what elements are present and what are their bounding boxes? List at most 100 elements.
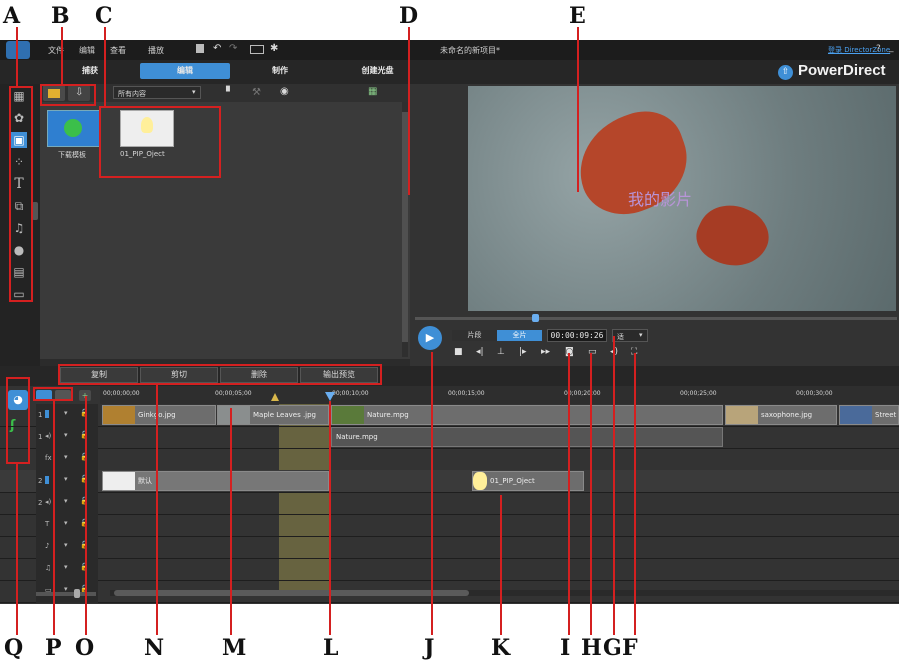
timeline-clip[interactable]: Street (839, 405, 899, 425)
callout-line-g (613, 336, 615, 635)
timeline-clip[interactable]: 默认 (102, 471, 329, 491)
enable-track-checkbox[interactable]: ▾ (64, 541, 68, 549)
new-file-icon[interactable]: ▘ (226, 87, 234, 98)
lightbulb-icon (473, 472, 487, 490)
mark-in-marker[interactable] (271, 393, 279, 401)
video-track-icon (45, 476, 49, 484)
quality-dropdown[interactable]: 适 ▾ (612, 329, 648, 342)
quality-value: 适 (617, 333, 624, 341)
upgrade-icon[interactable]: ⇧ (778, 65, 793, 80)
menu-edit[interactable]: 编辑 (79, 45, 95, 56)
timeline-scroll-thumb[interactable] (114, 590, 469, 596)
enable-track-checkbox[interactable]: ▾ (64, 519, 68, 527)
track-music (0, 558, 899, 581)
callout-j: J (424, 635, 435, 661)
chevron-down-icon: ▾ (192, 88, 196, 96)
timeline-clip[interactable]: saxophone.jpg (725, 405, 837, 425)
tab-edit[interactable]: 编辑 (140, 63, 230, 79)
stop-icon[interactable]: ■ (454, 346, 463, 358)
menu-play[interactable]: 播放 (148, 45, 164, 56)
timeline-ruler[interactable]: 00;00;00;00 00;00;05;00 00;00;10;00 00;0… (100, 386, 899, 404)
callout-line-l (329, 401, 331, 635)
audio-clip[interactable]: Nature.mpg (331, 427, 723, 447)
callout-h: H (581, 635, 602, 661)
redo-icon[interactable]: ↷ (229, 43, 237, 54)
save-icon[interactable] (196, 44, 204, 53)
callout-o: O (75, 635, 95, 661)
callout-line-h (590, 353, 592, 635)
gear-icon[interactable]: ✱ (270, 43, 278, 54)
callout-line-i (568, 353, 570, 635)
clip-thumbnail (332, 406, 364, 424)
next-frame-icon[interactable]: |▸ (519, 346, 527, 358)
enable-track-checkbox[interactable]: ▾ (64, 453, 68, 461)
library-item-template[interactable] (47, 110, 101, 147)
timeline-clip[interactable]: Maple Leaves .jpg (217, 405, 329, 425)
zoom-slider[interactable] (36, 592, 96, 596)
callout-k: K (491, 635, 511, 661)
playhead-handle[interactable] (325, 392, 335, 401)
play-button[interactable]: ▶ (418, 326, 442, 350)
track-voice (0, 536, 899, 559)
track-audio-2 (0, 492, 899, 515)
callout-g: G (603, 635, 622, 661)
clip-mode-button[interactable]: 片段 (452, 330, 497, 341)
callout-box-c (99, 106, 221, 178)
callout-line-m (230, 408, 232, 635)
help-button[interactable]: ? (876, 44, 881, 54)
timeline-clip[interactable]: Nature.mpg (331, 405, 723, 425)
timeline-clip[interactable]: Ginkgo.jpg (102, 405, 216, 425)
timecode-display[interactable]: 00:00:09:26 (547, 329, 607, 342)
track-fx (0, 448, 899, 471)
callout-e: E (569, 3, 586, 29)
enable-track-checkbox[interactable]: ▾ (64, 475, 68, 483)
callout-line-d (408, 27, 410, 195)
zoom-slider-handle[interactable] (74, 589, 80, 598)
mark-in-icon[interactable]: ⊥ (497, 346, 505, 358)
fast-forward-icon[interactable]: ▸▸ (541, 346, 550, 358)
timeline-scrollbar[interactable] (110, 590, 899, 596)
tools-icon[interactable]: ⚒ (252, 87, 261, 98)
callout-d: D (399, 3, 419, 29)
explore-icon[interactable]: ◉ (280, 86, 289, 97)
callout-box-q (6, 377, 30, 464)
callout-line-n (156, 385, 158, 635)
previous-frame-icon[interactable]: ◂| (476, 346, 484, 358)
clip-thumbnail (840, 406, 872, 424)
movie-mode-button[interactable]: 全片 (497, 330, 542, 341)
tab-create-disc[interactable]: 创建光盘 (340, 63, 415, 79)
ruler-tick-label: 00;00;05;00 (215, 390, 252, 397)
video-track-icon (45, 410, 49, 418)
preview-window: 我的影片 (468, 86, 896, 311)
callout-box-p (33, 387, 73, 401)
display-icon[interactable] (250, 45, 264, 54)
callout-line-j (431, 352, 433, 635)
track-number: 1 (38, 433, 43, 441)
enable-track-checkbox[interactable]: ▾ (64, 563, 68, 571)
enable-track-checkbox[interactable]: ▾ (64, 497, 68, 505)
minimize-button[interactable]: _ (889, 43, 894, 53)
track-number: 1 (38, 411, 43, 419)
view-grid-icon[interactable]: ▦ (368, 86, 377, 97)
enable-track-checkbox[interactable]: ▾ (64, 431, 68, 439)
enable-track-checkbox[interactable]: ▾ (64, 409, 68, 417)
callout-a: A (3, 3, 21, 29)
globe-icon (64, 119, 82, 137)
undo-icon[interactable]: ↶ (213, 43, 221, 54)
clip-label: 默认 (138, 477, 152, 485)
tab-produce[interactable]: 制作 (245, 63, 315, 79)
ruler-tick-label: 00;00;15;00 (448, 390, 485, 397)
seek-bar[interactable] (415, 317, 897, 320)
callout-line-e (577, 27, 579, 192)
tab-capture[interactable]: 捕获 (55, 63, 125, 79)
callout-line-o (85, 396, 87, 635)
clip-label: saxophone.jpg (761, 411, 813, 419)
menu-view[interactable]: 查看 (110, 45, 126, 56)
library-filter-dropdown[interactable]: 所有内容 ▾ (113, 86, 201, 99)
audio-track-icon: ◂) (45, 432, 52, 440)
seek-handle[interactable] (532, 314, 539, 322)
ruler-tick-label: 00;00;30;00 (796, 390, 833, 397)
clip-label: Maple Leaves .jpg (253, 411, 316, 419)
title-track-icon: T (45, 520, 50, 528)
ruler-tick-label: 00;00;10;00 (332, 390, 369, 397)
